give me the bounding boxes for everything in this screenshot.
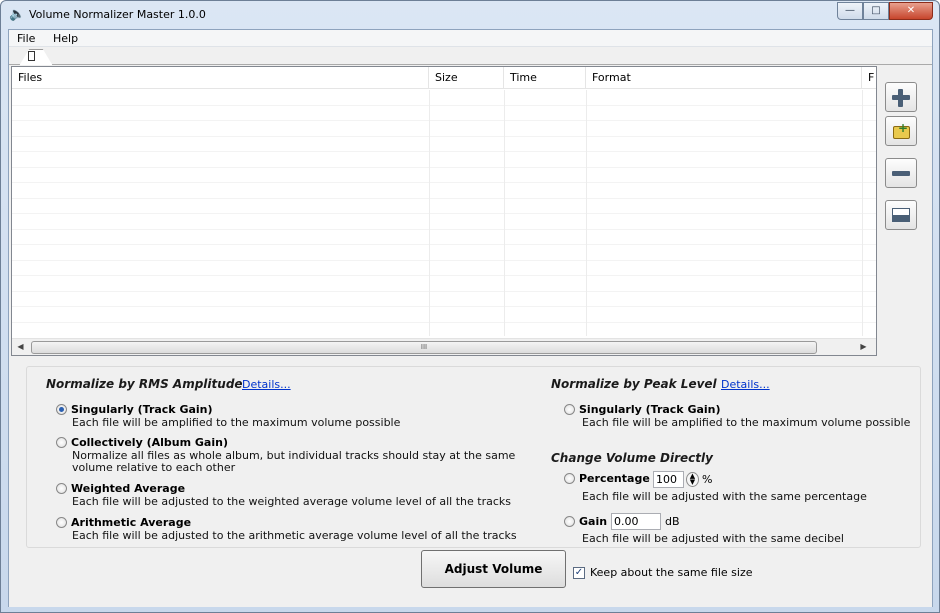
list-header: Files Size Time Format F [12,67,876,89]
empty-row [12,230,876,245]
file-icon [28,51,35,61]
app-window: 🔈 Volume Normalizer Master 1.0.0 — □ ✕ F… [0,0,940,613]
radio-rms-collectively[interactable] [56,437,67,448]
column-time[interactable]: Time [504,67,586,89]
list-body [12,90,876,336]
close-icon: ✕ [906,5,916,16]
percentage-input[interactable]: 100 [653,471,684,488]
file-list[interactable]: Files Size Time Format F ◀ III ▶ [11,66,877,356]
add-files-button[interactable] [885,82,917,112]
keep-size-checkbox[interactable]: ✓ [573,567,585,579]
window-controls: — □ ✕ [837,2,933,20]
client-area: File Help Files Size Time Format F ◀ III… [8,29,933,607]
option-label: Weighted Average [71,482,186,495]
minimize-icon: — [845,5,855,16]
option-desc: Each file will be adjusted to the weight… [72,495,511,508]
folder-add-icon: + [898,121,909,135]
percentage-spinner-icon[interactable]: ▲ ▼ [686,472,699,487]
maximize-button[interactable]: □ [863,2,889,20]
empty-row [12,292,876,307]
option-label: Collectively (Album Gain) [71,436,228,449]
scroll-thumb[interactable]: III [31,341,817,354]
scroll-right-icon[interactable]: ▶ [855,339,872,355]
title-bar[interactable]: 🔈 Volume Normalizer Master 1.0.0 — □ ✕ [1,1,939,29]
empty-row [12,168,876,183]
option-desc: Each file will be adjusted with the same… [582,532,844,545]
gain-unit: dB [665,515,680,528]
gain-label: Gain [579,515,608,528]
menu-help[interactable]: Help [53,32,78,45]
radio-peak-singularly[interactable] [564,404,575,415]
empty-row [12,245,876,261]
tab-strip [9,47,932,66]
rms-section-title: Normalize by RMS Amplitude [46,377,243,391]
column-extra[interactable]: F [862,67,876,89]
option-label: Arithmetic Average [71,516,192,529]
column-divider [504,90,505,336]
scroll-left-icon[interactable]: ◀ [12,339,29,355]
empty-row [12,199,876,214]
empty-row [12,121,876,137]
option-desc: Each file will be amplified to the maxim… [582,416,911,429]
column-format[interactable]: Format [586,67,862,89]
plus-icon [898,89,903,107]
menu-bar: File Help [9,30,932,47]
radio-percentage[interactable] [564,473,575,484]
column-files[interactable]: Files [12,67,429,89]
menu-file[interactable]: File [17,32,35,45]
peak-section-title: Normalize by Peak Level [551,377,717,391]
scroll-grip: III [420,343,428,351]
option-desc: Each file will be adjusted with the same… [582,490,867,503]
radio-rms-weighted[interactable] [56,483,67,494]
add-folder-button[interactable]: + [885,116,917,146]
empty-row [12,152,876,168]
normalize-options-panel: Normalize by RMS Amplitude Details... Si… [26,366,921,548]
close-button[interactable]: ✕ [889,2,933,20]
empty-row [12,214,876,230]
percentage-label: Percentage [579,472,650,485]
empty-row [12,106,876,121]
option-desc: volume relative to each other [72,461,236,474]
empty-row [12,137,876,152]
maximize-icon: □ [871,5,881,16]
main-content: Files Size Time Format F ◀ III ▶ + Norma… [9,65,932,607]
column-divider [429,90,430,336]
radio-gain[interactable] [564,516,575,527]
empty-row [12,276,876,292]
rms-details-link[interactable]: Details... [242,378,291,391]
empty-row [12,90,876,106]
peak-details-link[interactable]: Details... [721,378,770,391]
option-label: Singularly (Track Gain) [579,403,721,416]
percentage-unit: % [702,473,713,486]
option-desc: Each file will be adjusted to the arithm… [72,529,517,542]
empty-row [12,261,876,276]
remove-file-button[interactable] [885,158,917,188]
change-volume-title: Change Volume Directly [551,451,713,465]
column-divider [586,90,587,336]
option-label: Singularly (Track Gain) [71,403,213,416]
window-title: Volume Normalizer Master 1.0.0 [29,8,206,21]
column-divider [862,90,863,336]
horizontal-scrollbar[interactable]: ◀ III ▶ [12,338,876,355]
keep-size-label: Keep about the same file size [590,566,753,579]
radio-rms-arithmetic[interactable] [56,517,67,528]
gain-input[interactable]: 0.00 [611,513,661,530]
minus-icon [892,171,910,176]
clear-icon [892,208,910,222]
speaker-icon: 🔈 [9,7,26,22]
option-desc: Each file will be amplified to the maxim… [72,416,401,429]
tab-main[interactable] [19,49,53,66]
empty-row [12,307,876,323]
empty-row [12,183,876,199]
radio-rms-singularly[interactable] [56,404,67,415]
minimize-button[interactable]: — [837,2,863,20]
column-size[interactable]: Size [429,67,504,89]
clear-list-button[interactable] [885,200,917,230]
adjust-volume-button[interactable]: Adjust Volume [421,550,566,588]
